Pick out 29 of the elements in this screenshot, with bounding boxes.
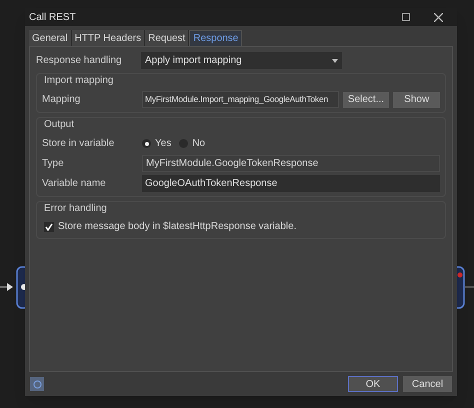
group-title: Error handling (43, 202, 108, 216)
input-field[interactable]: GoogleOAuthTokenResponse (142, 175, 440, 192)
field-label: Mapping (42, 93, 82, 107)
input-field: MyFirstModule.GoogleTokenResponse (142, 155, 440, 172)
field-label: Response handling (36, 54, 123, 68)
close-icon[interactable] (434, 12, 443, 22)
checkbox[interactable] (44, 222, 54, 232)
select-button[interactable]: Select... (342, 92, 390, 108)
maximize-icon[interactable] (402, 13, 410, 21)
tab[interactable]: General (29, 30, 72, 46)
ok-button[interactable]: OK (348, 376, 398, 392)
dropdown[interactable]: Apply import mapping (141, 52, 342, 69)
field-label: Variable name (42, 177, 107, 191)
input-field[interactable]: MyFirstModule.Import_mapping_GoogleAuthToken (142, 91, 339, 108)
field-label: Store in variable (42, 137, 116, 151)
radio-label: No (192, 137, 206, 151)
tab[interactable]: Request (145, 30, 190, 46)
tab[interactable]: Response (189, 30, 242, 46)
window-title: Call REST (29, 10, 77, 24)
radio-button[interactable] (142, 139, 151, 148)
show-button[interactable]: Show (393, 92, 440, 108)
group-title: Output (43, 118, 76, 132)
caret-icon (332, 58, 338, 62)
radio-label: Yes (155, 137, 172, 151)
tab[interactable]: HTTP Headers (72, 30, 146, 46)
checkbox-label: Store message body in $latestHttpResponse variable. (58, 220, 296, 234)
cancel-button[interactable]: Cancel (403, 376, 452, 392)
group-title: Import mapping (43, 74, 114, 88)
field-label: Type (42, 157, 65, 171)
